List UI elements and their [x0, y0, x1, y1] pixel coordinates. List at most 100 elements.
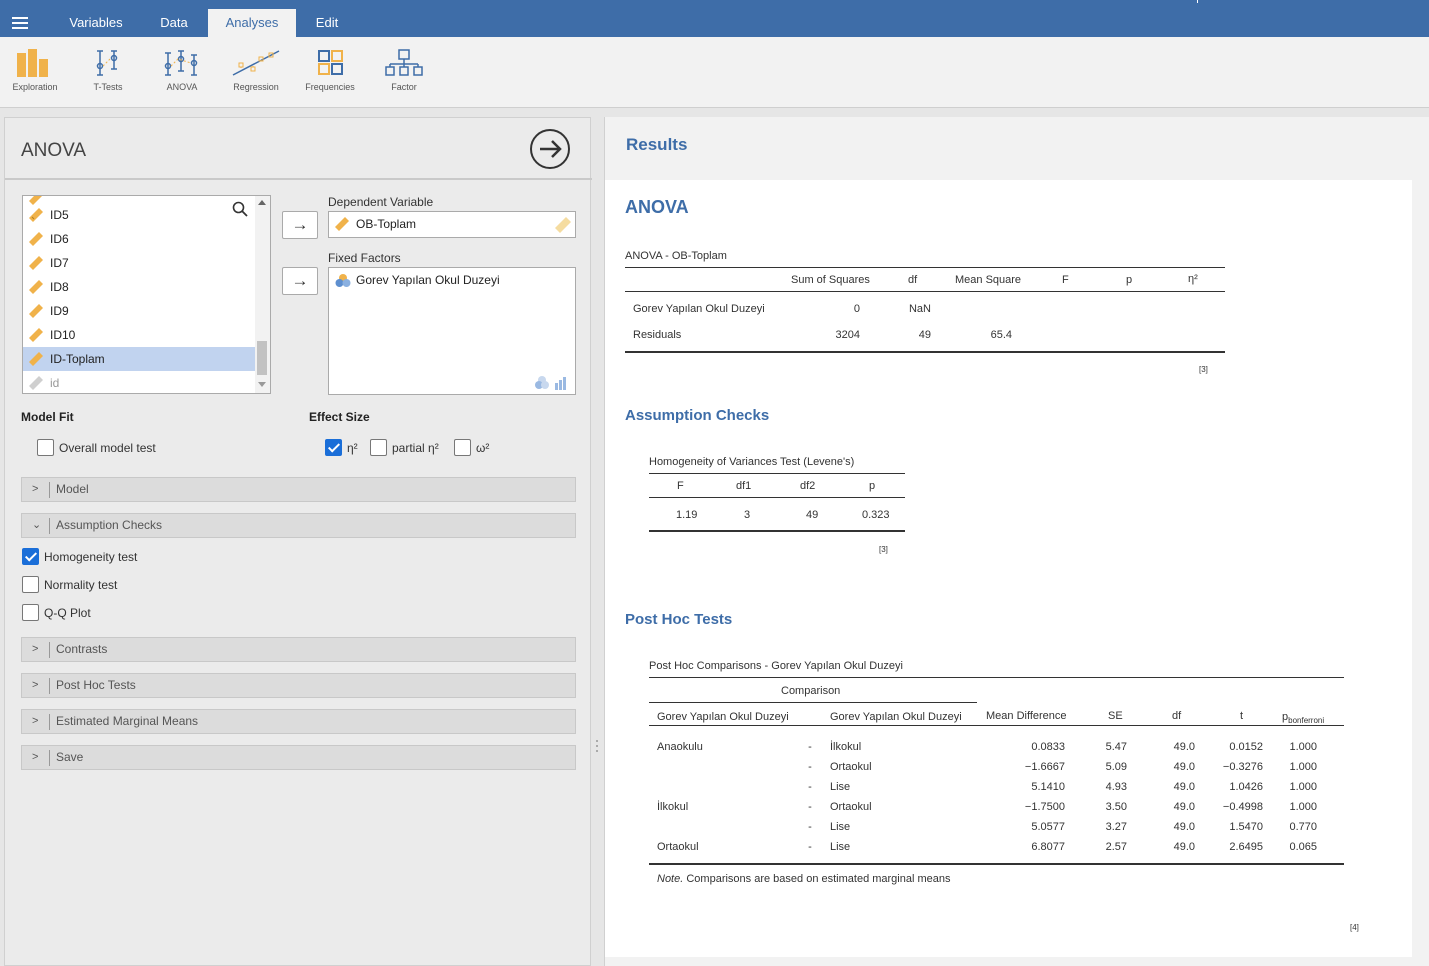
results-panel: Results ANOVA ANOVA - OB-Toplam Sum of S… [604, 117, 1429, 966]
close-panel-button[interactable] [530, 129, 570, 169]
contrasts-section-header[interactable]: > Contrasts [21, 637, 576, 662]
anova-footnote-ref[interactable]: [3] [1199, 365, 1208, 374]
panel-splitter-handle[interactable] [596, 740, 599, 756]
tab-edit[interactable]: Edit [304, 9, 350, 37]
variable-item[interactable]: ID8 [23, 275, 255, 299]
ruler-icon [29, 352, 43, 366]
arrow-right-circle-icon [540, 140, 562, 158]
variable-item[interactable]: ID9 [23, 299, 255, 323]
emm-section-header[interactable]: > Estimated Marginal Means [21, 709, 576, 734]
chevron-right-icon: > [32, 483, 39, 495]
omega-squared-label: ω² [476, 441, 490, 455]
normality-test-checkbox[interactable] [22, 576, 39, 593]
variable-item[interactable]: id [23, 371, 255, 393]
eta-squared-checkbox[interactable] [325, 439, 342, 456]
variable-item[interactable]: ID7 [23, 251, 255, 275]
ruler-icon [29, 328, 43, 342]
anova-row-name: Residuals [633, 329, 682, 341]
variable-list[interactable]: ID5 ID6 ID7 ID8 ID9 ID10 ID-Toplam id [22, 195, 271, 394]
model-section-header[interactable]: > Model [21, 477, 576, 502]
fixed-factors-box[interactable]: Gorev Yapılan Okul Duzeyi [328, 267, 576, 395]
posthoc-cell-group2: Ortaokul [830, 761, 872, 773]
chevron-right-icon: > [32, 679, 39, 691]
menu-icon[interactable] [12, 17, 28, 29]
posthoc-cell-dash: - [808, 841, 812, 853]
ttests-button[interactable]: T-Tests [73, 49, 143, 92]
posthoc-cell-t: 0.0152 [1229, 741, 1263, 753]
assumption-checks-section-header[interactable]: ⌄ Assumption Checks [21, 513, 576, 538]
posthoc-cell-group1: İlkokul [657, 801, 689, 813]
posthoc-cell-dash: - [808, 761, 812, 773]
partial-eta-squared-checkbox[interactable] [370, 439, 387, 456]
levene-col-f: F [677, 480, 684, 492]
anova-col-ms: Mean Square [955, 274, 1022, 286]
scrollbar-thumb[interactable] [257, 341, 267, 375]
factor-button[interactable]: Factor [369, 49, 439, 92]
move-to-factors-button[interactable]: → [282, 267, 318, 295]
fixed-factors-label: Fixed Factors [328, 251, 401, 265]
omega-squared-checkbox[interactable] [454, 439, 471, 456]
anova-icon [164, 50, 198, 76]
anova-cell-ss: 3204 [835, 329, 860, 341]
posthoc-col-t: t [1240, 710, 1244, 722]
frequencies-button[interactable]: Frequencies [295, 49, 365, 92]
scroll-down-icon[interactable] [258, 382, 266, 387]
homogeneity-test-checkbox[interactable] [22, 548, 39, 565]
save-section-header[interactable]: > Save [21, 745, 576, 770]
top-menu-bar: Variables Data Analyses Edit [0, 0, 1429, 37]
anova-col-p: p [1126, 274, 1133, 286]
posthoc-cell-p: 1.000 [1289, 761, 1317, 773]
post-hoc-tests-title[interactable]: Post Hoc Tests [625, 611, 732, 628]
levene-cell-f: 1.19 [676, 509, 698, 521]
fixed-factor-item: Gorev Yapılan Okul Duzeyi [356, 273, 500, 287]
posthoc-cell-df: 49.0 [1173, 841, 1195, 853]
anova-col-f: F [1062, 274, 1069, 286]
exploration-button[interactable]: Exploration [0, 49, 70, 92]
variable-item[interactable]: ID10 [23, 323, 255, 347]
posthoc-cell-df: 49.0 [1173, 801, 1195, 813]
eta-squared-label: η² [347, 441, 358, 455]
anova-button[interactable]: ANOVA [147, 49, 217, 92]
ttests-icon [96, 50, 118, 76]
move-to-dependent-button[interactable]: → [282, 211, 318, 239]
tab-data[interactable]: Data [146, 9, 202, 37]
ruler-icon [29, 232, 43, 246]
tab-variables[interactable]: Variables [56, 9, 136, 37]
anova-results-title[interactable]: ANOVA [625, 197, 689, 218]
posthoc-cell-group2: İlkokul [830, 741, 862, 753]
posthoc-col-group2: Gorev Yapılan Okul Duzeyi [830, 711, 962, 723]
posthoc-cell-group1: Anaokulu [657, 741, 703, 753]
variable-item[interactable]: ID5 [23, 203, 255, 227]
anova-options-panel: ANOVA ID5 ID6 ID7 ID8 ID9 ID10 ID-Toplam… [4, 117, 592, 966]
posthoc-cell-mean-diff: −1.7500 [1024, 801, 1065, 813]
tab-analyses[interactable]: Analyses [208, 9, 296, 37]
overall-model-test-label: Overall model test [59, 441, 156, 455]
posthoc-col-mean-diff: Mean Difference [986, 710, 1067, 722]
posthoc-footnote-ref[interactable]: [4] [1350, 923, 1359, 932]
post-hoc-section-header[interactable]: > Post Hoc Tests [21, 673, 576, 698]
scroll-up-icon[interactable] [258, 200, 266, 205]
posthoc-cell-t: −0.3276 [1222, 761, 1263, 773]
variable-item[interactable]: ID6 [23, 227, 255, 251]
overflow-mark [1197, 0, 1201, 3]
search-icon[interactable] [232, 201, 248, 217]
qq-plot-checkbox[interactable] [22, 604, 39, 621]
exploration-icon [17, 49, 48, 77]
chevron-right-icon: > [32, 643, 39, 655]
regression-icon [232, 50, 280, 76]
posthoc-cell-mean-diff: 5.0577 [1031, 821, 1065, 833]
posthoc-cell-p: 1.000 [1289, 781, 1317, 793]
results-output: ANOVA ANOVA - OB-Toplam Sum of Squares d… [605, 180, 1412, 957]
posthoc-cell-se: 5.09 [1105, 761, 1127, 773]
regression-button[interactable]: Regression [221, 49, 291, 92]
factor-icon [385, 49, 423, 76]
variable-item-selected[interactable]: ID-Toplam [23, 347, 255, 371]
ruler-icon [29, 304, 43, 318]
posthoc-cell-mean-diff: 6.8077 [1031, 841, 1065, 853]
levene-footnote-ref[interactable]: [3] [879, 545, 888, 554]
assumption-checks-title[interactable]: Assumption Checks [625, 407, 769, 424]
dependent-variable-box[interactable]: OB-Toplam [328, 211, 576, 238]
normality-test-label: Normality test [44, 578, 118, 592]
variable-list-scrollbar[interactable] [255, 196, 270, 393]
overall-model-test-checkbox[interactable] [37, 439, 54, 456]
